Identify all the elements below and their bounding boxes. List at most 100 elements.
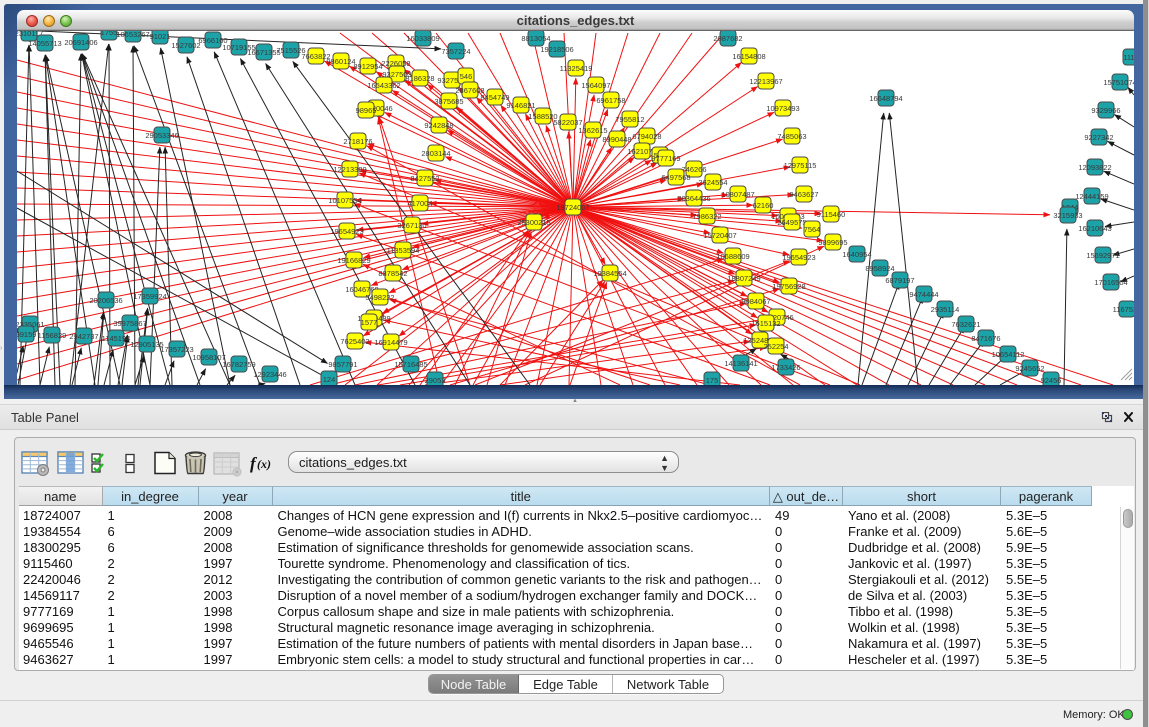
svg-text:1167533: 1167533 (1113, 305, 1134, 314)
svg-text:12905135: 12905135 (130, 340, 163, 349)
svg-text:29053346: 29053346 (145, 131, 178, 140)
svg-text:9857791: 9857791 (328, 360, 357, 369)
svg-text:8958924: 8958924 (865, 264, 894, 273)
svg-text:91021: 91021 (150, 32, 171, 41)
svg-text:2087682: 2087682 (713, 34, 742, 43)
svg-text:19218506: 19218506 (540, 45, 573, 54)
svg-text:19654923: 19654923 (330, 227, 363, 236)
svg-text:175: 175 (706, 376, 719, 385)
svg-text:12923446: 12923446 (253, 370, 286, 379)
svg-text:16033809: 16033809 (406, 34, 439, 43)
svg-text:3215933: 3215933 (1053, 211, 1082, 220)
svg-text:9245652: 9245652 (1015, 364, 1044, 373)
svg-text:53594: 53594 (17, 326, 18, 335)
svg-text:10807487: 10807487 (721, 190, 754, 199)
svg-text:18724007: 18724007 (556, 203, 589, 212)
svg-text:12093822: 12093822 (1078, 163, 1111, 172)
svg-text:11353594: 11353594 (387, 246, 420, 255)
svg-text:6497568: 6497568 (661, 173, 690, 182)
svg-text:1733426: 1733426 (771, 363, 800, 372)
svg-text:9474444: 9474444 (909, 290, 938, 299)
svg-text:39975867: 39975867 (113, 319, 146, 328)
svg-text:252254: 252254 (763, 342, 788, 351)
svg-text:9242848: 9242848 (424, 121, 453, 130)
svg-text:17016504: 17016504 (1094, 278, 1127, 287)
svg-text:7632621: 7632621 (951, 320, 980, 329)
svg-text:16543362: 16543362 (367, 81, 400, 90)
svg-text:9329966: 9329966 (1091, 106, 1120, 115)
svg-text:16154808: 16154808 (732, 52, 765, 61)
svg-text:16648794: 16648794 (869, 94, 902, 103)
svg-text:7357224: 7357224 (441, 47, 470, 56)
svg-text:8912954: 8912954 (353, 62, 382, 71)
svg-text:16914479: 16914479 (374, 338, 407, 347)
svg-text:19384554: 19384554 (593, 269, 626, 278)
svg-text:17357223: 17357223 (160, 345, 193, 354)
svg-text:1577: 1577 (361, 318, 378, 327)
svg-text:6794028: 6794028 (632, 132, 661, 141)
svg-text:9115460: 9115460 (817, 210, 846, 219)
svg-text:5498222: 5498222 (365, 293, 394, 302)
svg-text:12213389: 12213389 (333, 165, 366, 174)
svg-text:29053: 29053 (425, 376, 446, 385)
svg-text:20206536: 20206536 (89, 296, 122, 305)
svg-text:8878542: 8878542 (378, 269, 407, 278)
svg-text:1755: 1755 (101, 31, 118, 37)
svg-text:8990448: 8990448 (602, 135, 631, 144)
svg-text:18807249: 18807249 (727, 274, 760, 283)
svg-text:417004: 417004 (407, 199, 432, 208)
svg-text:12975115: 12975115 (784, 161, 817, 170)
svg-text:8454749: 8454749 (480, 93, 509, 102)
svg-text:7485063: 7485063 (777, 132, 806, 141)
svg-text:10654112: 10654112 (992, 350, 1025, 359)
svg-text:15716485: 15716485 (394, 360, 427, 369)
svg-text:19756928: 19756928 (772, 282, 805, 291)
svg-text:15692971: 15692971 (1086, 251, 1119, 260)
svg-text:20364436: 20364436 (677, 194, 710, 203)
svg-text:8813054: 8813054 (521, 34, 550, 43)
svg-text:1615132: 1615132 (751, 319, 780, 328)
svg-text:92456: 92456 (1041, 376, 1062, 385)
svg-text:3875685: 3875685 (434, 97, 463, 106)
svg-text:7986322: 7986322 (692, 212, 721, 221)
svg-text:3267130: 3267130 (397, 221, 426, 230)
svg-text:9463627: 9463627 (789, 190, 818, 199)
svg-text:546: 546 (460, 72, 473, 81)
svg-text:17359924: 17359924 (133, 292, 166, 301)
svg-text:10653267: 10653267 (116, 31, 149, 39)
svg-text:16210643: 16210643 (1078, 224, 1111, 233)
svg-text:98965: 98965 (356, 106, 377, 115)
svg-text:10107554: 10107554 (328, 196, 361, 205)
svg-text:12444159: 12444159 (1075, 192, 1108, 201)
svg-text:10973493: 10973493 (766, 104, 799, 113)
svg-text:15720407: 15720407 (703, 231, 736, 240)
svg-text:9227342: 9227342 (1084, 133, 1113, 142)
svg-text:7564: 7564 (804, 225, 821, 234)
svg-text:19166829: 19166829 (337, 256, 370, 265)
svg-text:9899695: 9899695 (818, 238, 847, 247)
svg-text:62160: 62160 (753, 201, 774, 210)
svg-text:7625402: 7625402 (340, 337, 369, 346)
svg-text:1527602: 1527602 (171, 41, 200, 50)
svg-text:9860124: 9860124 (326, 57, 355, 66)
svg-text:19654923: 19654923 (782, 253, 815, 262)
svg-text:1564097: 1564097 (581, 81, 610, 90)
svg-text:1640954: 1640954 (842, 250, 871, 259)
svg-text:2718176: 2718176 (343, 137, 372, 146)
svg-text:15751074: 15751074 (1103, 78, 1134, 87)
svg-text:8427552: 8427552 (410, 174, 439, 183)
svg-text:6879197: 6879197 (885, 276, 914, 285)
svg-text:2803144: 2803144 (421, 149, 450, 158)
svg-text:1112: 1112 (1123, 53, 1134, 62)
svg-text:7955812: 7955812 (615, 115, 644, 124)
svg-text:124: 124 (323, 375, 336, 384)
svg-text:10688609: 10688609 (716, 252, 749, 261)
svg-text:8186328: 8186328 (405, 74, 434, 83)
svg-text:2942737: 2942737 (69, 332, 98, 341)
svg-text:1156829: 1156829 (38, 331, 67, 340)
svg-text:10958107: 10958107 (192, 353, 225, 362)
svg-text:20691406: 20691406 (64, 38, 97, 47)
svg-text:2935114: 2935114 (931, 305, 960, 314)
svg-text:14055713: 14055713 (28, 39, 61, 48)
svg-text:14136141: 14136141 (724, 359, 757, 368)
